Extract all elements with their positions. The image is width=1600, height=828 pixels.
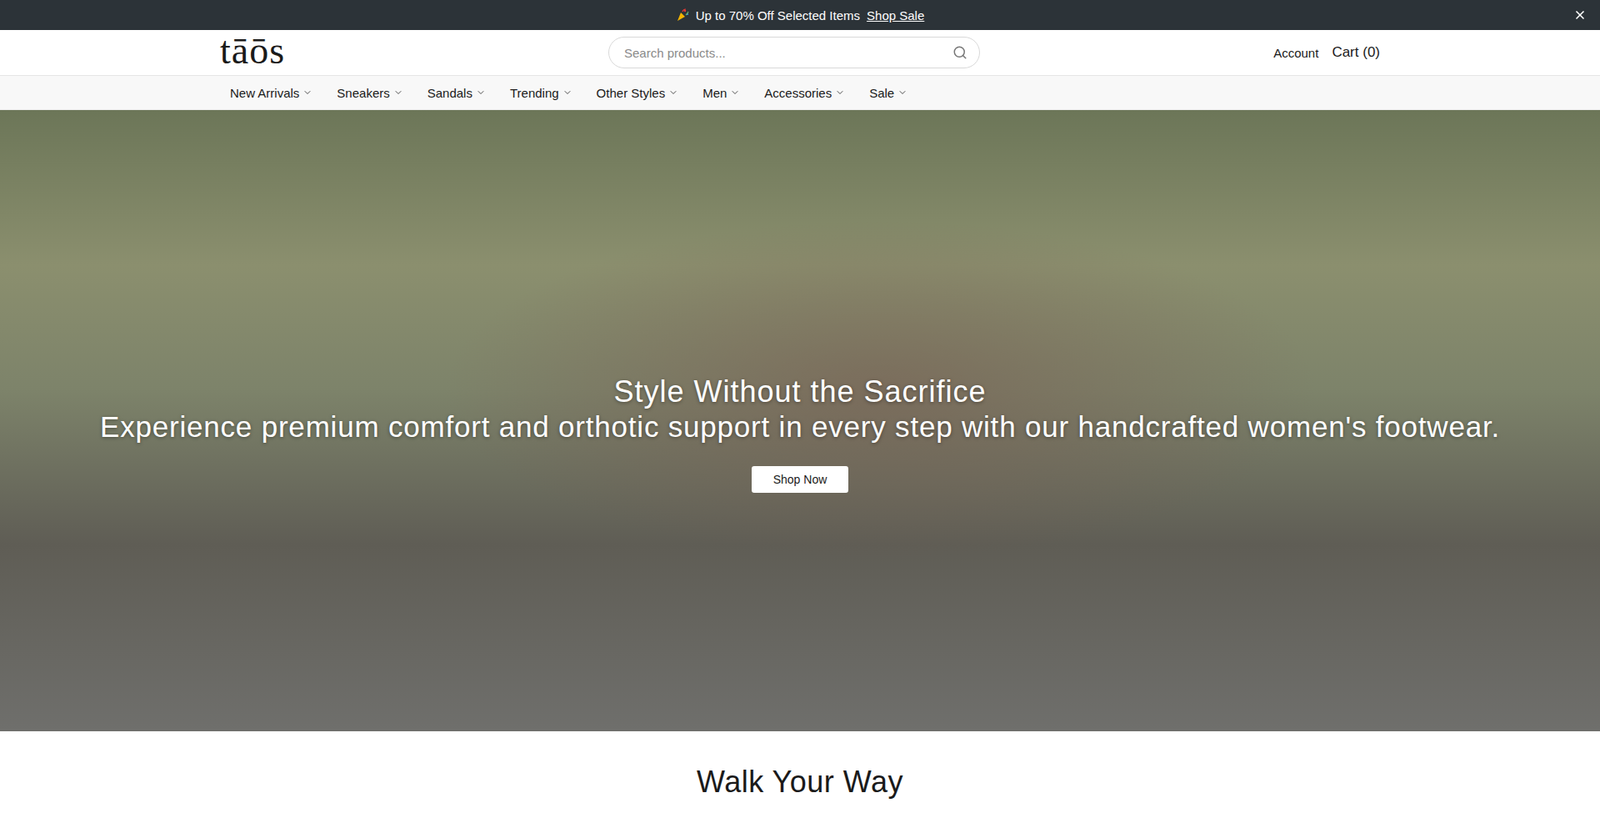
chevron-down-icon <box>562 87 573 98</box>
search-input[interactable] <box>622 45 946 61</box>
hero: Style Without the SacrificeExperience pr… <box>0 110 1600 731</box>
page: Up to 70% Off Selected Items Shop Sale tāō… <box>0 0 1600 828</box>
nav-item[interactable]: Men <box>702 85 740 100</box>
close-icon <box>1573 8 1587 22</box>
hero-subtitle: Experience premium comfort and orthotic … <box>100 409 1500 445</box>
section-title: Walk Your Way <box>696 764 904 800</box>
shop-sale-link[interactable]: Shop Sale <box>866 8 925 23</box>
announcement-bar: Up to 70% Off Selected Items Shop Sale <box>0 0 1600 30</box>
logo[interactable]: tāōs <box>220 31 609 74</box>
chevron-down-icon <box>475 87 486 98</box>
nav-item[interactable]: Trending <box>510 85 573 100</box>
search-box[interactable] <box>608 36 980 69</box>
hero-title: Style Without the Sacrifice <box>613 373 986 410</box>
chevron-down-icon <box>668 87 679 98</box>
party-icon <box>675 8 690 22</box>
chevron-down-icon <box>835 87 845 98</box>
header: tāōs Account Cart (0) <box>0 30 1600 76</box>
nav-item[interactable]: Sneakers <box>336 85 403 100</box>
chevron-down-icon <box>393 87 404 98</box>
announcement-text: Up to 70% Off Selected Items <box>695 8 860 23</box>
cart-link[interactable]: Cart (0) <box>1331 44 1380 61</box>
close-button[interactable] <box>1571 6 1589 24</box>
nav-item[interactable]: Sale <box>869 85 908 100</box>
account-link[interactable]: Account <box>1273 45 1319 60</box>
nav-item[interactable]: Sandals <box>427 85 486 100</box>
nav-item[interactable]: Accessories <box>764 85 845 100</box>
search-icon[interactable] <box>952 45 968 60</box>
chevron-down-icon <box>302 87 313 98</box>
chevron-down-icon <box>897 87 908 98</box>
nav-bar: New Arrivals Sneakers Sandals Trending Other… <box>0 75 1600 110</box>
chevron-down-icon <box>730 87 740 98</box>
shop-now-button[interactable]: Shop Now <box>751 465 850 493</box>
nav-item[interactable]: Other Styles <box>596 85 680 100</box>
section: Walk Your Way <box>0 730 1600 800</box>
nav-item[interactable]: New Arrivals <box>230 85 313 100</box>
